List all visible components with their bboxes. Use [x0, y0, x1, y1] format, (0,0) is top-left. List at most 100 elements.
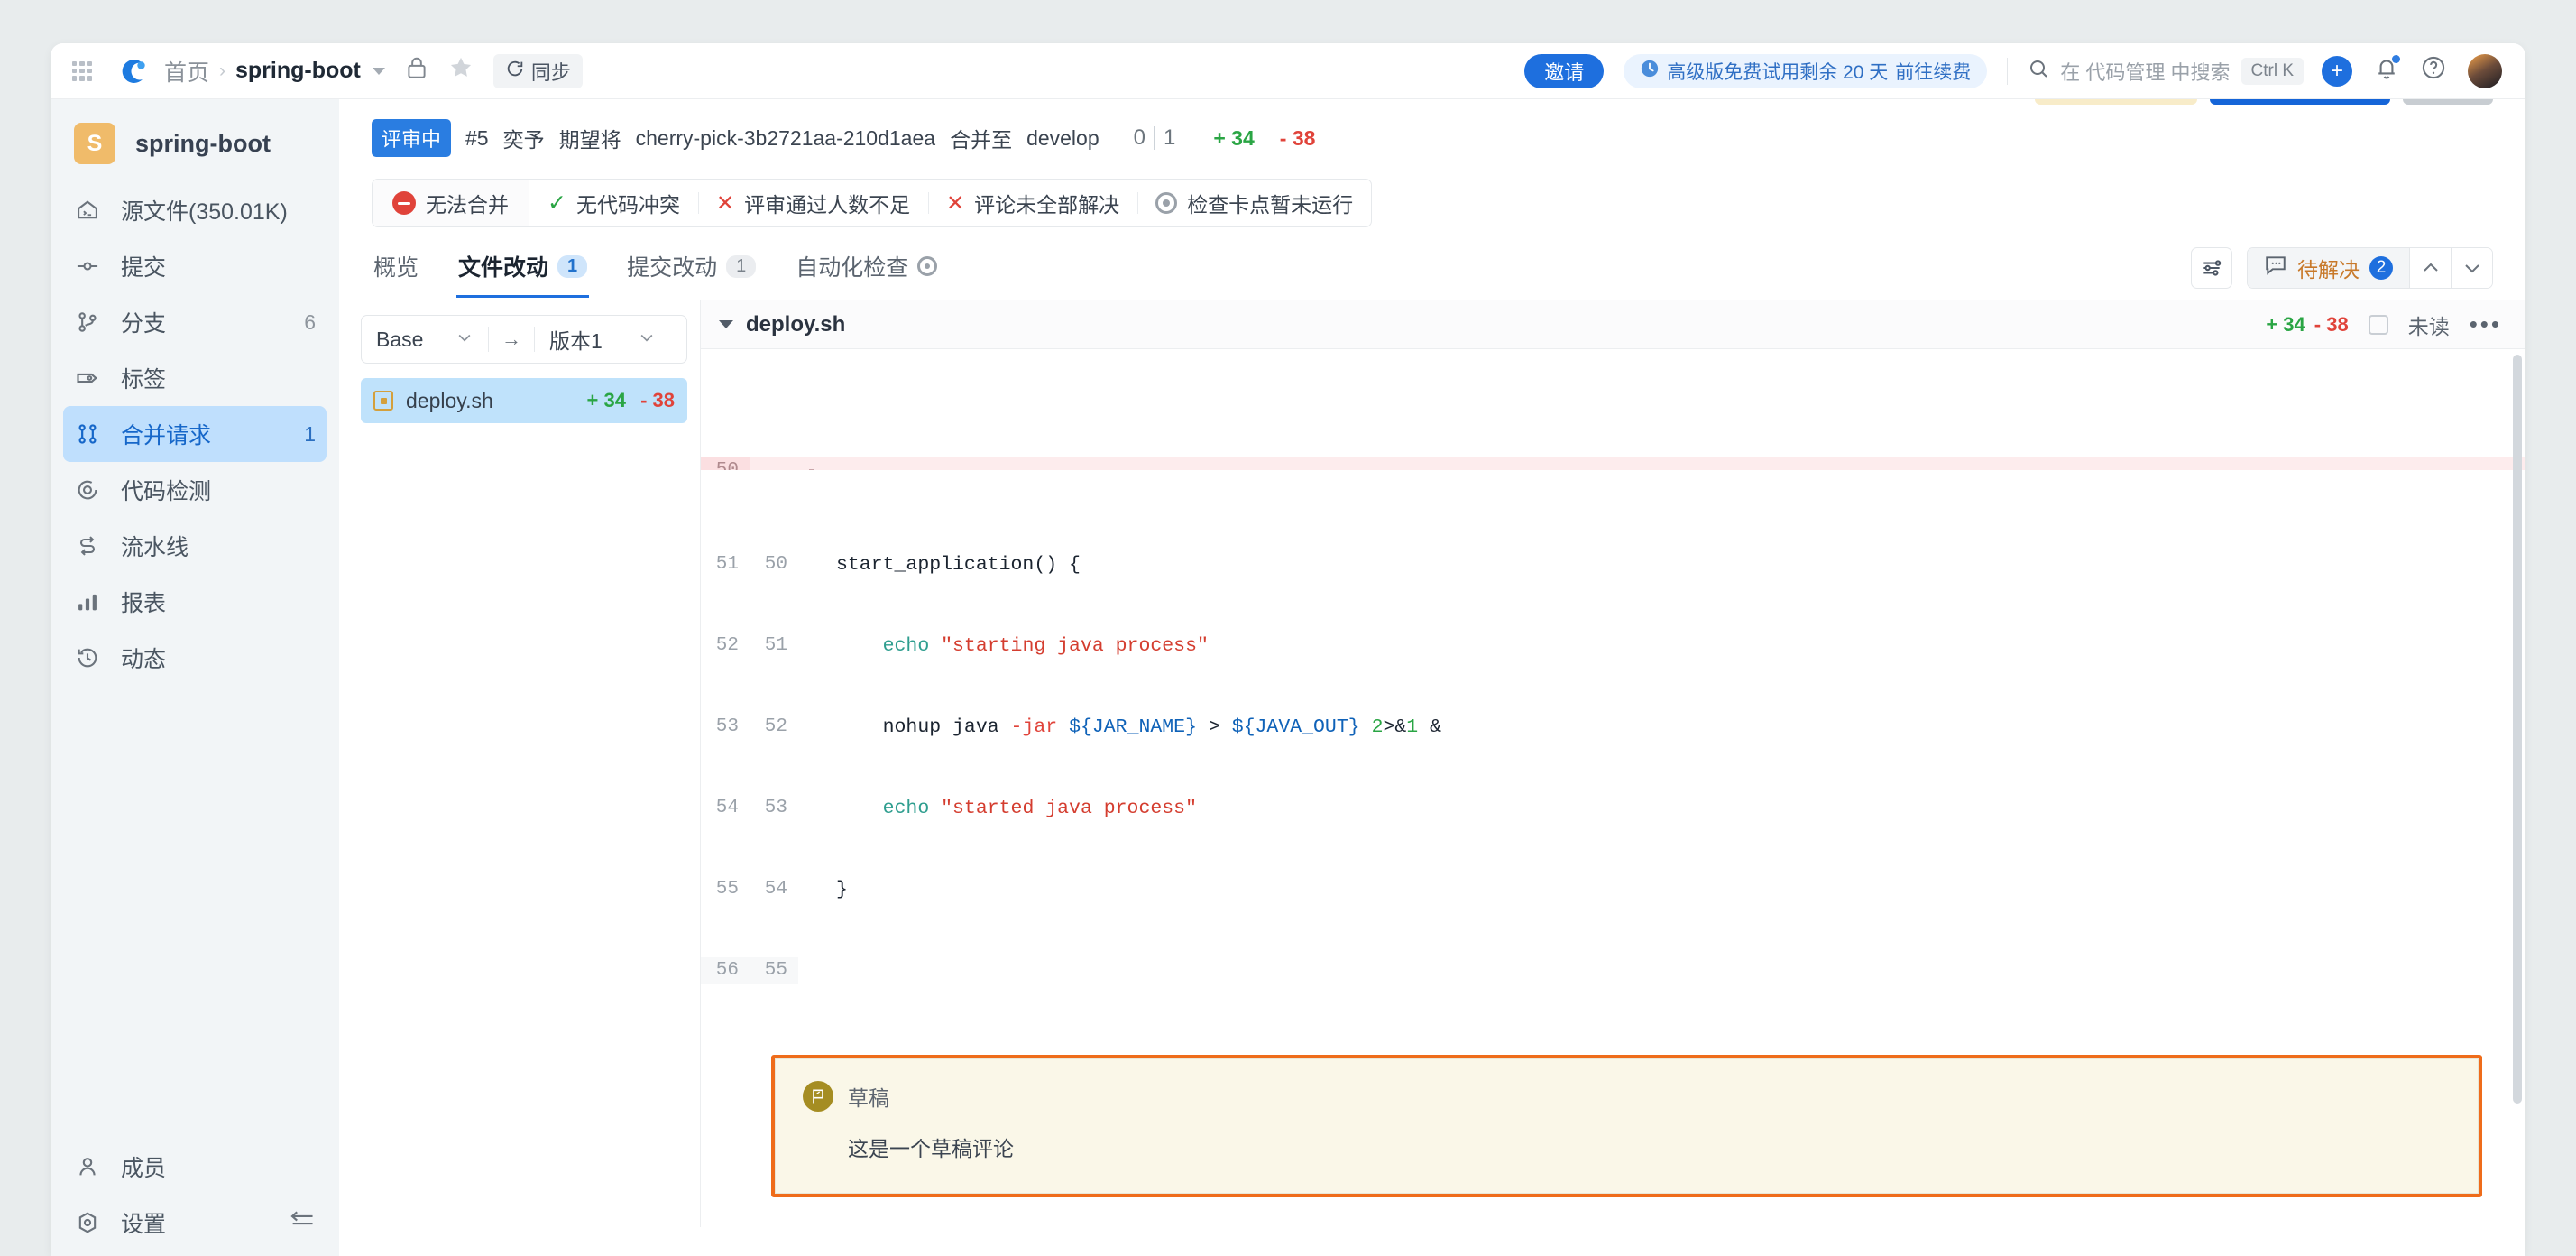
check-approvals[interactable]: ✕ 评审通过人数不足: [697, 180, 928, 226]
sync-button[interactable]: 同步: [492, 53, 583, 88]
target-version-select[interactable]: 版本1: [535, 316, 670, 363]
chevron-down-icon[interactable]: [372, 67, 385, 75]
mr-primary-action-button[interactable]: [2210, 99, 2390, 105]
commit-icon: [74, 253, 101, 280]
global-search[interactable]: 在 代码管理 中搜索 Ctrl K: [2028, 57, 2304, 86]
sidebar-bottom: 成员 设置: [51, 1139, 339, 1256]
file-deletions: - 38: [640, 389, 675, 411]
sidebar-item-branches[interactable]: 分支 6: [63, 294, 327, 350]
sidebar-item-merge-requests[interactable]: 合并请求 1: [63, 406, 327, 462]
tab-file-changes[interactable]: 文件改动 1: [456, 250, 590, 298]
diff-header-right: + 34 - 38 未读 •••: [2266, 309, 2502, 340]
sidebar-item-label: 合并请求: [121, 423, 212, 448]
merge-request-icon: [74, 420, 101, 448]
sidebar-item-source[interactable]: 源文件(350.01K): [63, 182, 327, 238]
help-button[interactable]: [2421, 55, 2446, 87]
triangle-down-icon[interactable]: [719, 320, 733, 328]
diff-line[interactable]: 55 54 }: [701, 876, 2525, 903]
circle-dot-icon: [917, 256, 938, 276]
base-label: Base: [376, 327, 424, 351]
draft-comment-highlight: 草稿 这是一个草稿评论: [771, 1055, 2482, 1197]
mr-counter: 0 1: [1134, 125, 1175, 151]
diff-additions: + 34: [2266, 312, 2305, 336]
version-selector: Base → 版本1: [361, 315, 687, 364]
draft-flag-icon: [803, 1081, 833, 1112]
sidebar-item-reports[interactable]: 报表: [63, 574, 327, 630]
diff-scrollbar[interactable]: [2513, 355, 2522, 1218]
mr-secondary-action-button[interactable]: [2035, 99, 2197, 105]
sidebar-item-commits[interactable]: 提交: [63, 238, 327, 294]
coding-logo-icon[interactable]: [115, 53, 152, 89]
mr-source-branch[interactable]: cherry-pick-3b2721aa-210d1aea: [636, 126, 935, 151]
topbar-divider: [2007, 57, 2009, 85]
chevron-up-icon[interactable]: [2409, 248, 2451, 288]
old-line-number: 56: [701, 957, 750, 984]
sidebar-item-label: 成员: [121, 1156, 167, 1181]
user-avatar[interactable]: [2468, 53, 2502, 88]
sidebar-item-code-scan[interactable]: 代码检测: [63, 462, 327, 518]
mr-tertiary-action-button[interactable]: [2403, 99, 2493, 105]
sidebar-item-pipeline[interactable]: 流水线: [63, 518, 327, 574]
tab-badge: 1: [557, 254, 588, 278]
tag-icon: [74, 365, 101, 392]
diff-settings-icon[interactable]: [2191, 247, 2232, 289]
search-shortcut: Ctrl K: [2240, 57, 2304, 85]
file-name: deploy.sh: [406, 388, 493, 412]
tab-commit-changes[interactable]: 提交改动 1: [625, 250, 758, 297]
base-version-select[interactable]: Base: [362, 316, 488, 363]
invite-button[interactable]: 邀请: [1524, 53, 1605, 88]
sidebar-item-members[interactable]: 成员: [63, 1139, 327, 1195]
diff-code-text: nohup java -jar ${JAR_NAME} > ${JAVA_OUT…: [836, 716, 1441, 738]
diff-line[interactable]: 50 -: [701, 457, 2525, 470]
mr-tabs: 概览 文件改动 1 提交改动 1 自动化检查 待解决 2: [339, 247, 2525, 300]
breadcrumb-home[interactable]: 首页: [164, 55, 209, 88]
mr-target-branch[interactable]: develop: [1026, 126, 1099, 151]
diff-line[interactable]: 52 51 echo "starting java process": [701, 633, 2525, 660]
draft-comment[interactable]: 草稿 这是一个草稿评论: [775, 1058, 2479, 1194]
diff-code-text: start_application() {: [836, 554, 1081, 576]
diff-line[interactable]: 56 55: [701, 957, 2525, 984]
tab-badge: 1: [726, 254, 757, 278]
diff-toolbar: 待解决 2: [2191, 247, 2493, 300]
tab-overview[interactable]: 概览: [372, 250, 420, 297]
sidebar-item-settings[interactable]: 设置: [63, 1195, 327, 1251]
sidebar-item-activity[interactable]: 动态: [63, 630, 327, 686]
star-icon[interactable]: [448, 55, 474, 87]
lock-icon[interactable]: [405, 55, 428, 87]
diff-line[interactable]: 54 53 echo "started java process": [701, 795, 2525, 822]
notification-dot: [2392, 55, 2400, 63]
chevron-down-icon[interactable]: [2451, 248, 2492, 288]
unread-checkbox[interactable]: [2368, 314, 2388, 335]
resolve-count: 2: [2369, 256, 2393, 280]
tab-automated-checks[interactable]: 自动化检查: [794, 250, 939, 297]
file-tree-item[interactable]: deploy.sh + 34 - 38: [361, 378, 687, 423]
pending-resolve-button[interactable]: 待解决 2: [2248, 248, 2409, 288]
merge-state-label: 无法合并: [426, 193, 509, 217]
create-new-button[interactable]: +: [2322, 55, 2352, 87]
project-avatar: S: [74, 123, 115, 164]
notifications-button[interactable]: [2374, 55, 2400, 87]
old-line-number: 55: [701, 876, 750, 903]
trial-banner[interactable]: 高级版免费试用剩余 20 天 前往续费: [1624, 53, 1988, 88]
new-line-number: 50: [750, 551, 798, 578]
diff-line[interactable]: 53 52 nohup java -jar ${JAR_NAME} > ${JA…: [701, 714, 2525, 741]
check-no-conflict[interactable]: ✓ 无代码冲突: [529, 180, 698, 226]
sidebar-item-tags[interactable]: 标签: [63, 350, 327, 406]
diff-line[interactable]: 51 50 start_application() {: [701, 551, 2525, 578]
grid-apps-icon[interactable]: [70, 60, 94, 83]
sidebar-project-header[interactable]: S spring-boot: [51, 112, 339, 182]
version-label: 版本1: [549, 329, 603, 353]
check-comments-resolved[interactable]: ✕ 评论未全部解决: [928, 180, 1137, 226]
home-code-icon: [74, 197, 101, 224]
check-gate-not-run[interactable]: 检查卡点暂未运行: [1137, 180, 1371, 226]
counter-divider: [1154, 126, 1155, 150]
merge-state: 无法合并: [373, 180, 529, 226]
collapse-sidebar-icon[interactable]: [289, 1208, 316, 1238]
trial-renew-link[interactable]: 前往续费: [1895, 58, 1971, 85]
diff-scrollbar-thumb[interactable]: [2513, 355, 2522, 1104]
old-line-number: 50: [701, 457, 750, 470]
check-icon: ✓: [547, 190, 566, 216]
more-horizontal-icon[interactable]: •••: [2470, 310, 2502, 338]
breadcrumb-project[interactable]: spring-boot: [235, 58, 361, 84]
check-label: 评审通过人数不足: [744, 193, 911, 217]
